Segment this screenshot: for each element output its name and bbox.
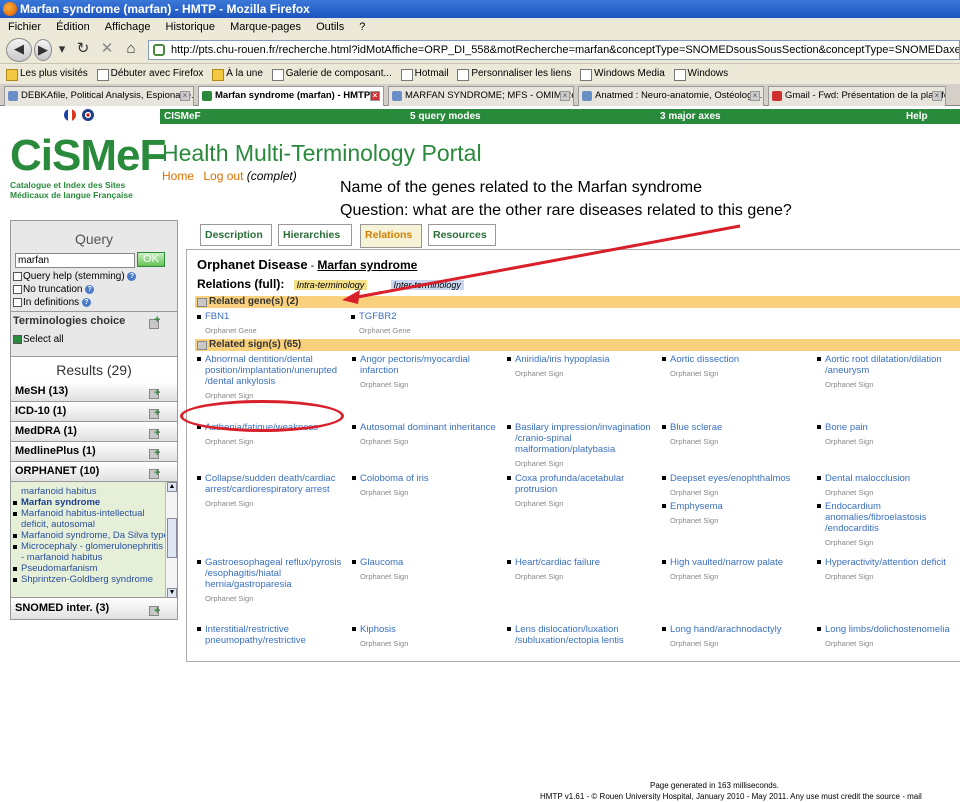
bookmarks-toolbar: Les plus visités Débuter avec Firefox À … <box>0 64 960 84</box>
tab-favicon <box>582 91 592 101</box>
firefox-icon <box>3 2 17 16</box>
bookmark-hotmail[interactable]: Hotmail <box>400 64 449 84</box>
history-dropdown-icon[interactable]: ▾ <box>56 39 68 61</box>
bookmark-windows-media[interactable]: Windows Media <box>580 64 665 84</box>
menu-affichage[interactable]: Affichage <box>105 21 151 33</box>
tab-favicon <box>392 91 402 101</box>
bookmark-windows[interactable]: Windows <box>673 64 728 84</box>
tab-favicon <box>772 91 782 101</box>
menu-fichier[interactable]: Fichier <box>8 21 41 33</box>
bookmark-les-plus-visites[interactable]: Les plus visités <box>6 64 88 84</box>
generation-time: Page generated in 163 milliseconds. <box>650 781 779 790</box>
home-icon[interactable]: ⌂ <box>120 39 142 61</box>
browser-tab[interactable]: MARFAN SYNDROME; MFS - OMIM Result × <box>388 86 574 106</box>
browser-tab-strip: DEBKAfile, Political Analysis, Espionage… <box>0 84 960 107</box>
browser-tab[interactable]: Anatmed : Neuro-anatomie, Ostéologie... … <box>578 86 764 106</box>
window-title-bar: Marfan syndrome (marfan) - HMTP - Mozill… <box>0 0 960 18</box>
menu-help[interactable]: ? <box>359 21 365 33</box>
close-tab-icon[interactable]: × <box>370 91 380 101</box>
close-tab-icon[interactable]: × <box>932 91 942 101</box>
back-button[interactable]: ◀ <box>6 38 32 62</box>
address-url: http://pts.chu-rouen.fr/recherche.html?i… <box>171 44 960 56</box>
window-title: Marfan syndrome (marfan) - HMTP - Mozill… <box>20 2 310 16</box>
menu-historique[interactable]: Historique <box>166 21 216 33</box>
tab-favicon <box>8 91 18 101</box>
menu-marque-pages[interactable]: Marque-pages <box>230 21 301 33</box>
address-bar[interactable]: http://pts.chu-rouen.fr/recherche.html?i… <box>148 40 960 60</box>
copyright-line: HMTP v1.61 - © Rouen University Hospital… <box>540 792 922 801</box>
bookmark-a-la-une[interactable]: À la une <box>212 64 263 84</box>
close-tab-icon[interactable]: × <box>180 91 190 101</box>
navigation-toolbar: ◀ ▶ ▾ ↻ ✕ ⌂ http://pts.chu-rouen.fr/rech… <box>0 36 960 64</box>
page-content: CISMeF 5 query modes 3 major axes Help C… <box>0 106 960 801</box>
close-tab-icon[interactable]: × <box>750 91 760 101</box>
browser-tab-active[interactable]: Marfan syndrome (marfan) - HMTP × <box>198 86 384 107</box>
forward-button[interactable]: ▶ <box>34 39 52 61</box>
browser-tab[interactable]: DEBKAfile, Political Analysis, Espionage… <box>4 86 194 106</box>
tab-label: MARFAN SYNDROME; MFS - OMIM Result <box>405 90 574 101</box>
bookmark-galerie[interactable]: Galerie de composant... <box>271 64 392 84</box>
page-footer: Page generated in 163 milliseconds. HMTP… <box>540 780 922 802</box>
menu-bar: Fichier Édition Affichage Historique Mar… <box>0 18 960 36</box>
stop-icon[interactable]: ✕ <box>96 39 118 61</box>
reload-icon[interactable]: ↻ <box>72 39 94 61</box>
menu-edition[interactable]: Édition <box>56 21 90 33</box>
close-tab-icon[interactable]: × <box>560 91 570 101</box>
annotation-arrow <box>342 224 741 304</box>
browser-tab[interactable]: Gmail - Fwd: Présentation de la platefo.… <box>768 86 946 106</box>
tab-favicon <box>202 91 212 101</box>
bookmark-debuter[interactable]: Débuter avec Firefox <box>96 64 203 84</box>
menu-outils[interactable]: Outils <box>316 21 344 33</box>
site-identity-icon[interactable] <box>153 44 165 56</box>
tab-label: Anatmed : Neuro-anatomie, Ostéologie... <box>595 90 764 101</box>
tab-label: Gmail - Fwd: Présentation de la platefo.… <box>785 90 946 101</box>
tab-label: DEBKAfile, Political Analysis, Espionage… <box>21 90 194 101</box>
bookmark-personnaliser[interactable]: Personnaliser les liens <box>457 64 571 84</box>
tab-label: Marfan syndrome (marfan) - HMTP <box>215 90 371 101</box>
